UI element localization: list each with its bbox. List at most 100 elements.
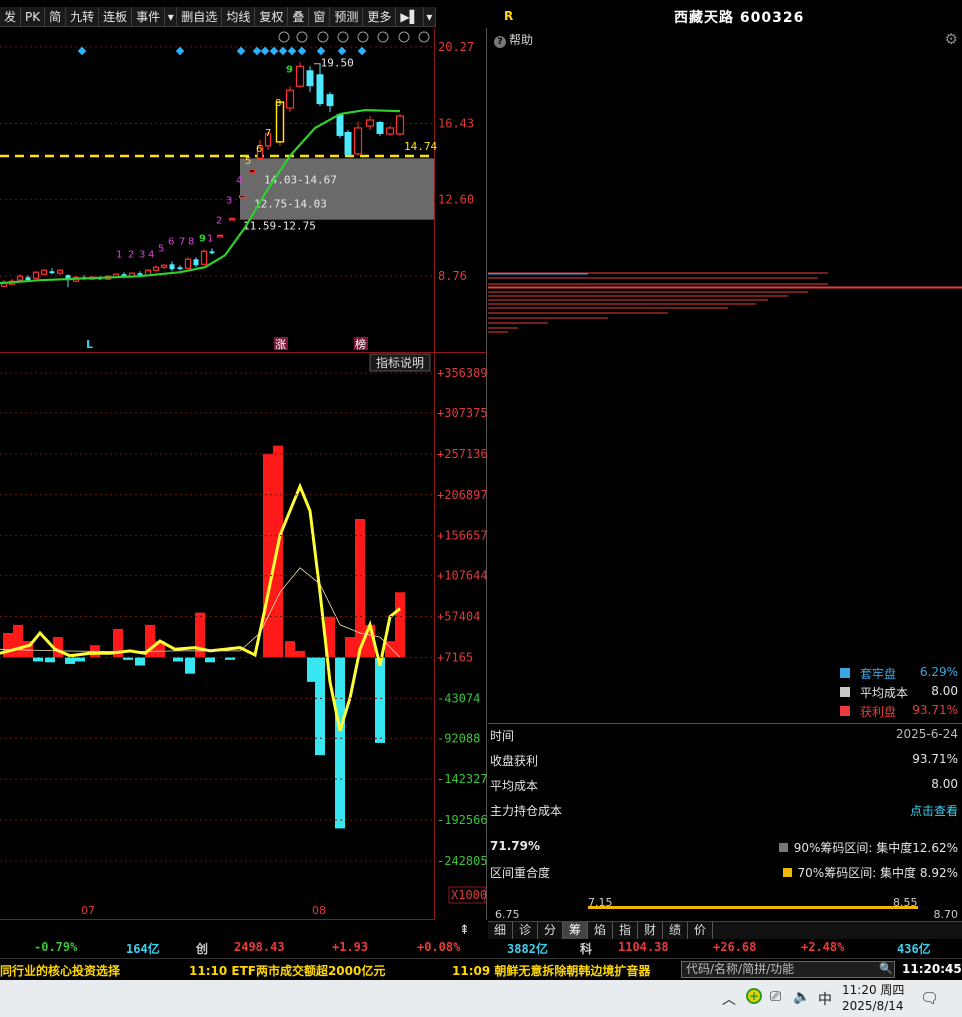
index-ticker: -0.79% 164亿 创 2498.43 +1.93 +0.08% 3882亿…: [0, 939, 962, 957]
price-tick: 16.43: [438, 116, 474, 130]
network-icon[interactable]: ⎚: [770, 989, 781, 1005]
toolbar-item[interactable]: 删自选: [177, 7, 223, 27]
toolbar-item[interactable]: 均线: [222, 7, 256, 27]
stock-title[interactable]: 西藏天路 600326: [674, 7, 804, 27]
toolbar-item[interactable]: 预测: [330, 7, 364, 27]
tab-7[interactable]: 绩: [663, 922, 688, 940]
search-input[interactable]: 代码/名称/简拼/功能: [681, 961, 895, 978]
indicator-tick: +257136: [437, 447, 487, 461]
indicator-bar: [375, 657, 385, 743]
toolbar-item[interactable]: 连板: [99, 7, 133, 27]
indicator-bar: [75, 657, 85, 662]
indicator-bar: [33, 657, 43, 662]
system-clock[interactable]: 11:20 周四 2025/8/14: [842, 982, 904, 1014]
gap-zone-label: 12.75-14.03: [254, 198, 327, 211]
td-number: 5: [245, 156, 251, 167]
margin-flag: R: [504, 9, 514, 23]
band70-bar: [588, 906, 918, 909]
legend-avg-cost: 平均成本 8.00: [838, 684, 960, 700]
info-value: 8.00: [931, 777, 958, 791]
gap-zone-label: 11.59-12.75: [243, 219, 316, 232]
toolbar-item[interactable]: 窗: [309, 7, 331, 27]
tab-5[interactable]: 指: [613, 922, 638, 940]
indicator-bar: [355, 518, 365, 658]
toolbar-item[interactable]: ▾: [424, 7, 436, 27]
main-cost-link[interactable]: 点击查看: [910, 802, 958, 819]
indicator-tick: -43074: [437, 691, 480, 705]
sh-amount: 164亿: [126, 942, 160, 956]
tab-3[interactable]: 筹: [563, 922, 588, 940]
board-marker: 榜: [355, 337, 366, 351]
info-key: 主力持仓成本: [490, 804, 563, 818]
kline-chart[interactable]: 14.03-14.6712.75-14.0311.59-12.7514.74 —…: [0, 28, 487, 920]
toolbar-item[interactable]: 简: [45, 7, 67, 27]
indicator-explain-button: 指标说明: [376, 355, 424, 370]
toolbar-item[interactable]: ▶▌: [396, 7, 424, 27]
toolbar-item[interactable]: 更多: [363, 7, 397, 27]
kc-pct: +2.48%: [801, 940, 845, 954]
ime-indicator[interactable]: 中: [818, 989, 832, 1009]
notification-icon[interactable]: 🗨: [920, 989, 939, 1007]
candle-up: [56, 269, 64, 274]
app-tray-icon[interactable]: +: [746, 988, 762, 1004]
candle-up: [16, 275, 24, 281]
candle-up: [353, 127, 363, 155]
candle-down: [376, 122, 384, 134]
tab-8[interactable]: 价: [688, 922, 713, 940]
legend-value: 93.71%: [912, 703, 958, 717]
indicator-bar: [173, 657, 183, 662]
candle-down: [326, 94, 334, 107]
candle-down: [316, 74, 324, 105]
td-number: 7: [179, 236, 185, 247]
legend-swatch: [840, 687, 850, 697]
info-time: 时间 2025-6-24: [488, 725, 962, 745]
candle-down: [306, 70, 314, 87]
indicator-tick: -192566: [437, 813, 487, 827]
range-low: 6.75: [495, 908, 520, 921]
tab-6[interactable]: 财: [638, 922, 663, 940]
candle-up: [152, 266, 160, 271]
legend-profit: 获利盘 93.71%: [838, 703, 960, 719]
candle-down: [209, 251, 215, 254]
info-main-cost: 主力持仓成本 点击查看: [488, 800, 962, 820]
tab-2[interactable]: 分: [538, 922, 563, 940]
legend-name: 获利盘: [860, 705, 897, 719]
toolbar-item[interactable]: PK: [21, 7, 46, 27]
app-clock: 11:20:45: [902, 962, 962, 976]
kc-change: +26.68: [713, 940, 757, 954]
tab-1[interactable]: 诊: [513, 922, 538, 940]
news-item[interactable]: 11:09 朝鲜无意拆除朝韩边境扩音器: [452, 962, 650, 979]
td-number: 9: [286, 64, 293, 75]
month-label: 08: [312, 904, 326, 917]
candle-down: [336, 114, 344, 136]
news-item[interactable]: 同行业的核心投资选择: [0, 962, 120, 979]
indicator-tick: +107644: [437, 569, 487, 583]
candle-down: [193, 259, 199, 266]
chevron-up-icon[interactable]: ︿: [722, 989, 736, 1009]
toolbar-item[interactable]: ▾: [165, 7, 178, 27]
cy-name[interactable]: 创: [196, 940, 208, 957]
collapse-icon[interactable]: ⇞: [459, 923, 470, 938]
info-key: 平均成本: [490, 779, 539, 793]
search-icon[interactable]: 🔍: [879, 962, 893, 975]
price-tick: 12.60: [438, 193, 474, 207]
news-item[interactable]: 11:10 ETF两市成交额超2000亿元: [189, 962, 385, 979]
tab-4[interactable]: 焰: [588, 922, 613, 940]
indicator-bar: [285, 641, 295, 658]
info-avg-cost: 平均成本 8.00: [488, 775, 962, 795]
candle-up: [365, 119, 375, 127]
toolbar-item[interactable]: 发: [0, 7, 22, 27]
kc-name[interactable]: 科: [580, 940, 592, 957]
candle-up: [200, 250, 208, 265]
volume-icon[interactable]: 🔈: [793, 989, 810, 1005]
toolbar-item[interactable]: 九转: [66, 7, 100, 27]
tab-0[interactable]: 细: [488, 922, 513, 940]
toolbar-item[interactable]: 复权: [255, 7, 289, 27]
toolbar-item[interactable]: 叠: [288, 7, 310, 27]
kc-value: 1104.38: [618, 940, 669, 954]
price-tick: 20.27: [438, 40, 474, 54]
toolbar-item[interactable]: 事件: [132, 7, 166, 27]
indicator-tick: +156657: [437, 529, 487, 543]
indicator-bar: [65, 657, 75, 664]
info-value: 2025-6-24: [895, 727, 958, 741]
